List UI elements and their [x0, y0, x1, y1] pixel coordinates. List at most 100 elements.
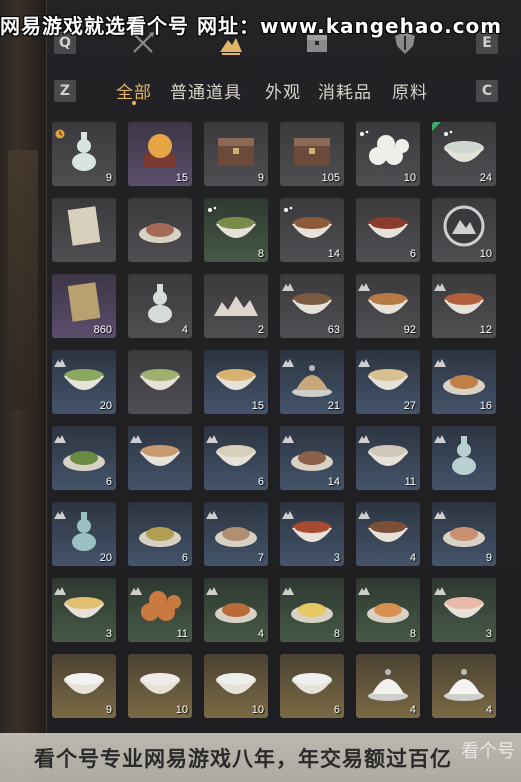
inventory-slot[interactable]: 12: [432, 274, 496, 338]
inventory-slot[interactable]: 860: [52, 274, 116, 338]
item-quantity: 8: [409, 628, 416, 640]
inventory-slot[interactable]: 6: [280, 654, 344, 718]
mountain-badge-icon: [358, 276, 370, 291]
inventory-slot[interactable]: 8: [356, 578, 420, 642]
wooden-chest-icon: [212, 128, 260, 172]
flower-vase-icon: [136, 280, 184, 324]
inventory-slot[interactable]: 21: [280, 350, 344, 414]
item-quantity: 860: [93, 324, 112, 336]
mountain-badge-icon: [358, 428, 370, 443]
inventory-slot[interactable]: 27: [356, 350, 420, 414]
inventory-slot[interactable]: 24: [432, 122, 496, 186]
soup-pot-icon: [440, 280, 488, 324]
inventory-slot[interactable]: [432, 426, 496, 490]
inventory-slot[interactable]: 6: [356, 198, 420, 262]
item-quantity: 92: [403, 324, 416, 336]
inventory-slot[interactable]: 11: [356, 426, 420, 490]
inventory-slot[interactable]: [52, 198, 116, 262]
item-quantity: 6: [333, 704, 340, 716]
peach-bun-icon: [440, 584, 488, 628]
inventory-slot[interactable]: 20: [52, 350, 116, 414]
tab-all[interactable]: 全部: [116, 78, 152, 103]
inventory-slot[interactable]: 4: [356, 502, 420, 566]
inventory-slot[interactable]: 14: [280, 426, 344, 490]
tab-materials[interactable]: 原料: [392, 78, 428, 103]
inventory-slot[interactable]: 9: [432, 502, 496, 566]
inventory-slot[interactable]: 4: [128, 274, 192, 338]
red-stew-icon: [364, 204, 412, 248]
mountain-badge-icon: [54, 504, 66, 519]
item-quantity: 15: [251, 400, 264, 412]
inventory-slot[interactable]: 4: [356, 654, 420, 718]
inventory-slot[interactable]: 105: [280, 122, 344, 186]
mountain-badge-icon: [282, 352, 294, 367]
inventory-slot[interactable]: 8: [280, 578, 344, 642]
snow-mountains-icon: [212, 280, 260, 324]
item-quantity: 20: [99, 552, 112, 564]
grain-plate-icon: [136, 508, 184, 552]
watermark-bottom: 看个号专业网易游戏八年，年交易额过百亿 看个号: [0, 733, 521, 782]
inventory-slot[interactable]: 16: [432, 350, 496, 414]
inventory-slot[interactable]: [128, 198, 192, 262]
item-quantity: 14: [327, 476, 340, 488]
key-c-badge[interactable]: C: [476, 80, 498, 102]
inventory-slot[interactable]: 8: [204, 198, 268, 262]
white-bowl-icon: [60, 660, 108, 704]
sparkle-badge-icon: [206, 200, 218, 212]
mountain-badge-icon: [358, 352, 370, 367]
inventory-slot[interactable]: 10: [356, 122, 420, 186]
watermark-top: 网易游戏就选看个号 网址：www.kangehao.com: [0, 14, 503, 38]
inventory-slot[interactable]: 10: [432, 198, 496, 262]
inventory-slot[interactable]: 3: [432, 578, 496, 642]
item-quantity: 3: [105, 628, 112, 640]
wooden-chest-icon: [288, 128, 336, 172]
inventory-slot[interactable]: 14: [280, 198, 344, 262]
inventory-slot[interactable]: 3: [52, 578, 116, 642]
mountain-badge-icon: [282, 276, 294, 291]
dumpling-plate-icon: [212, 508, 260, 552]
inventory-slot[interactable]: 9: [52, 122, 116, 186]
inventory-slot[interactable]: 4: [204, 578, 268, 642]
noodle-bowl-icon: [364, 356, 412, 400]
pork-slices-icon: [440, 508, 488, 552]
inventory-slot[interactable]: 9: [204, 122, 268, 186]
inventory-slot[interactable]: 15: [204, 350, 268, 414]
inventory-slot[interactable]: 6: [52, 426, 116, 490]
mountain-badge-icon: [130, 580, 142, 595]
item-quantity: 4: [485, 704, 492, 716]
mountain-badge-icon: [206, 428, 218, 443]
item-quantity: 27: [403, 400, 416, 412]
item-quantity: 4: [181, 324, 188, 336]
inventory-slot[interactable]: 6: [204, 426, 268, 490]
inventory-slot[interactable]: 9: [52, 654, 116, 718]
item-quantity: 63: [327, 324, 340, 336]
inventory-slot[interactable]: 63: [280, 274, 344, 338]
mountain-badge-icon: [434, 428, 446, 443]
inventory-slot[interactable]: 3: [280, 502, 344, 566]
item-quantity: 4: [409, 552, 416, 564]
item-quantity: 9: [105, 704, 112, 716]
inventory-slot[interactable]: 20: [52, 502, 116, 566]
lidded-bowl-icon: [364, 660, 412, 704]
tab-consumables[interactable]: 消耗品: [318, 78, 372, 103]
inventory-slot[interactable]: 6: [128, 502, 192, 566]
inventory-slot[interactable]: [128, 350, 192, 414]
mountain-badge-icon: [434, 580, 446, 595]
mountain-badge-icon: [434, 276, 446, 291]
inventory-slot[interactable]: 10: [128, 654, 192, 718]
inventory-slot[interactable]: 10: [204, 654, 268, 718]
item-quantity: 6: [409, 248, 416, 260]
key-z-badge[interactable]: Z: [54, 80, 76, 102]
item-quantity: 9: [485, 552, 492, 564]
tab-common-items[interactable]: 普通道具: [170, 78, 242, 103]
inventory-slot[interactable]: 92: [356, 274, 420, 338]
inventory-slot[interactable]: [128, 426, 192, 490]
inventory-slot[interactable]: 15: [128, 122, 192, 186]
tab-appearance[interactable]: 外观: [265, 78, 301, 103]
inventory-slot[interactable]: 2: [204, 274, 268, 338]
inventory-slot[interactable]: 11: [128, 578, 192, 642]
steamed-buns-icon: [364, 128, 412, 172]
inventory-slot[interactable]: 7: [204, 502, 268, 566]
mountain-badge-icon: [54, 352, 66, 367]
inventory-slot[interactable]: 4: [432, 654, 496, 718]
